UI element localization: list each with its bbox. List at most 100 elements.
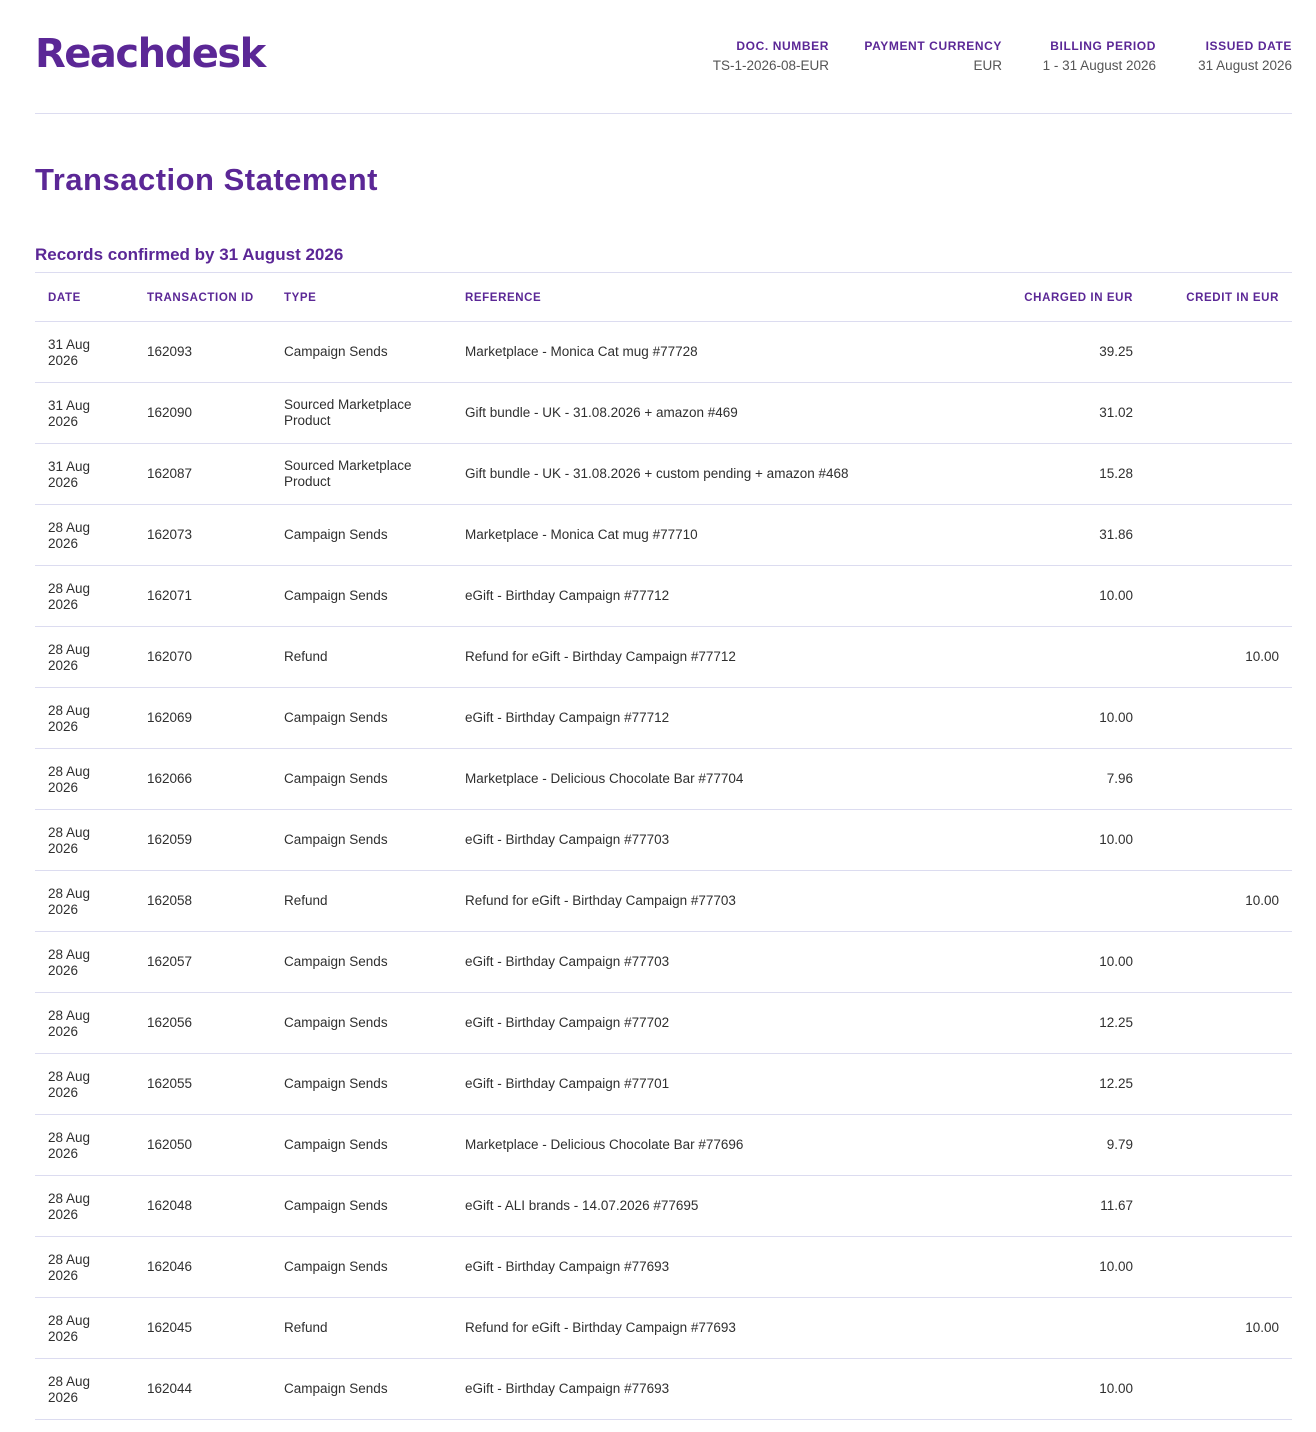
- cell-date: 28 Aug 2026: [48, 764, 91, 795]
- cell-reference: Gift bundle - UK - 31.08.2026 + amazon #…: [465, 405, 738, 420]
- cell-date: 28 Aug 2026: [48, 581, 91, 612]
- table-row: 28 Aug 2026 162066 Campaign Sends Marketpla…: [35, 749, 1292, 810]
- cell-transaction-id: 162069: [147, 710, 193, 725]
- cell-type: Sourced Marketplace Product: [284, 458, 412, 489]
- cell-transaction-id: 162050: [147, 1137, 193, 1152]
- cell-charged: 15.28: [1099, 466, 1133, 481]
- cell-transaction-id: 162046: [147, 1259, 193, 1274]
- table-row: 28 Aug 2026 162056 Campaign Sends eGift - B…: [35, 993, 1292, 1054]
- cell-reference: eGift - Birthday Campaign #77693: [465, 1259, 670, 1274]
- cell-charged: 12.25: [1099, 1015, 1133, 1030]
- cell-charged: 9.79: [1106, 1137, 1133, 1152]
- cell-reference: Refund for eGift - Birthday Campaign #77…: [465, 649, 736, 664]
- brand-name: Reachdesk: [35, 31, 266, 77]
- cell-date: 28 Aug 2026: [48, 1252, 91, 1283]
- cell-charged: 11.67: [1100, 1198, 1133, 1213]
- cell-reference: eGift - Birthday Campaign #77712: [465, 588, 670, 603]
- table-row: 28 Aug 2026 162070 Refund Refund for eGift …: [35, 627, 1292, 688]
- table-row: 28 Aug 2026 162059 Campaign Sends eGift - B…: [35, 810, 1292, 871]
- cell-date: 28 Aug 2026: [48, 703, 91, 734]
- meta-issued-date: ISSUED DATE 31 August 2026: [1198, 39, 1292, 75]
- cell-reference: Marketplace - Delicious Chocolate Bar #7…: [465, 1137, 744, 1152]
- cell-transaction-id: 162048: [147, 1198, 193, 1213]
- cell-reference: Marketplace - Monica Cat mug #77728: [465, 344, 698, 359]
- table-row: 28 Aug 2026 162044 Campaign Sends eGift - B…: [35, 1359, 1292, 1420]
- cell-type: Campaign Sends: [284, 710, 388, 725]
- cell-date: 28 Aug 2026: [48, 1069, 91, 1100]
- cell-credit: 10.00: [1245, 893, 1279, 908]
- cell-transaction-id: 162066: [147, 771, 193, 786]
- cell-type: Campaign Sends: [284, 832, 388, 847]
- table-row: 31 Aug 2026 162093 Campaign Sends Marketpla…: [35, 322, 1292, 383]
- cell-reference: Refund for eGift - Birthday Campaign #77…: [465, 893, 736, 908]
- cell-reference: eGift - Birthday Campaign #77702: [465, 1015, 670, 1030]
- cell-transaction-id: 162093: [147, 344, 193, 359]
- table-row: 28 Aug 2026 162048 Campaign Sends eGift - A…: [35, 1176, 1292, 1237]
- cell-type: Campaign Sends: [284, 1198, 388, 1213]
- cell-reference: Refund for eGift - Birthday Campaign #77…: [465, 1320, 736, 1335]
- meta-label: BILLING PERIOD: [1050, 39, 1156, 53]
- table-row: 28 Aug 2026 162058 Refund Refund for eGift …: [35, 871, 1292, 932]
- cell-type: Campaign Sends: [284, 1015, 388, 1030]
- cell-type: Campaign Sends: [284, 527, 388, 542]
- cell-charged: 10.00: [1099, 1259, 1133, 1274]
- cell-type: Campaign Sends: [284, 954, 388, 969]
- cell-date: 28 Aug 2026: [48, 1130, 91, 1161]
- table-row: 28 Aug 2026 162069 Campaign Sends eGift - B…: [35, 688, 1292, 749]
- cell-date: 28 Aug 2026: [48, 520, 91, 551]
- cell-transaction-id: 162070: [147, 649, 193, 664]
- table-row: 28 Aug 2026 162045 Refund Refund for eGift …: [35, 1298, 1292, 1359]
- cell-date: 28 Aug 2026: [48, 1374, 91, 1405]
- brand-logo: Reachdesk: [35, 30, 266, 78]
- cell-reference: Gift bundle - UK - 31.08.2026 + custom p…: [465, 466, 849, 481]
- cell-reference: eGift - Birthday Campaign #77703: [465, 832, 670, 847]
- cell-reference: eGift - Birthday Campaign #77703: [465, 954, 670, 969]
- cell-transaction-id: 162090: [147, 405, 193, 420]
- cell-charged: 7.96: [1106, 771, 1133, 786]
- cell-date: 28 Aug 2026: [48, 947, 91, 978]
- meta-value: 31 August 2026: [1198, 58, 1292, 73]
- table-header: DATE TRANSACTION ID TYPE REFERENCE CHARG…: [35, 273, 1292, 322]
- cell-type: Campaign Sends: [284, 1259, 388, 1274]
- cell-transaction-id: 162057: [147, 954, 193, 969]
- cell-date: 28 Aug 2026: [48, 886, 91, 917]
- table-row: 28 Aug 2026 162046 Campaign Sends eGift - B…: [35, 1237, 1292, 1298]
- table-body: 31 Aug 2026 162093 Campaign Sends Marketpla…: [35, 322, 1292, 1420]
- cell-charged: 10.00: [1099, 710, 1133, 725]
- cell-type: Refund: [284, 649, 328, 664]
- table-row: 28 Aug 2026 162050 Campaign Sends Marketpla…: [35, 1115, 1292, 1176]
- cell-transaction-id: 162073: [147, 527, 193, 542]
- table-row: 31 Aug 2026 162090 Sourced Marketplace Pro…: [35, 383, 1292, 444]
- cell-type: Campaign Sends: [284, 1076, 388, 1091]
- cell-date: 31 Aug 2026: [48, 398, 91, 429]
- cell-reference: Marketplace - Monica Cat mug #77710: [465, 527, 698, 542]
- section-subtitle: Records confirmed by 31 August 2026: [35, 245, 344, 264]
- cell-charged: 31.02: [1099, 405, 1133, 420]
- meta-label: ISSUED DATE: [1205, 39, 1292, 53]
- cell-type: Campaign Sends: [284, 588, 388, 603]
- meta-payment-currency: PAYMENT CURRENCY EUR: [864, 39, 1002, 75]
- cell-credit: 10.00: [1245, 1320, 1279, 1335]
- page-title: Transaction Statement: [35, 162, 378, 197]
- cell-type: Campaign Sends: [284, 1381, 388, 1396]
- cell-charged: 31.86: [1099, 527, 1133, 542]
- cell-charged: 10.00: [1099, 1381, 1133, 1396]
- cell-reference: Marketplace - Delicious Chocolate Bar #7…: [465, 771, 744, 786]
- cell-type: Refund: [284, 893, 328, 908]
- cell-type: Sourced Marketplace Product: [284, 397, 412, 428]
- header-transaction-id: TRANSACTION ID: [147, 292, 254, 304]
- cell-transaction-id: 162056: [147, 1015, 193, 1030]
- cell-reference: eGift - Birthday Campaign #77693: [465, 1381, 670, 1396]
- cell-transaction-id: 162045: [147, 1320, 193, 1335]
- cell-transaction-id: 162058: [147, 893, 193, 908]
- cell-transaction-id: 162044: [147, 1381, 193, 1396]
- meta-label: DOC. NUMBER: [736, 39, 829, 53]
- table-row: 28 Aug 2026 162071 Campaign Sends eGift - B…: [35, 566, 1292, 627]
- cell-charged: 10.00: [1099, 588, 1133, 603]
- cell-date: 28 Aug 2026: [48, 1191, 91, 1222]
- meta-value: 1 - 31 August 2026: [1042, 58, 1156, 73]
- cell-date: 31 Aug 2026: [48, 459, 91, 490]
- cell-type: Refund: [284, 1320, 328, 1335]
- meta-label: PAYMENT CURRENCY: [864, 39, 1002, 53]
- cell-transaction-id: 162087: [147, 466, 193, 481]
